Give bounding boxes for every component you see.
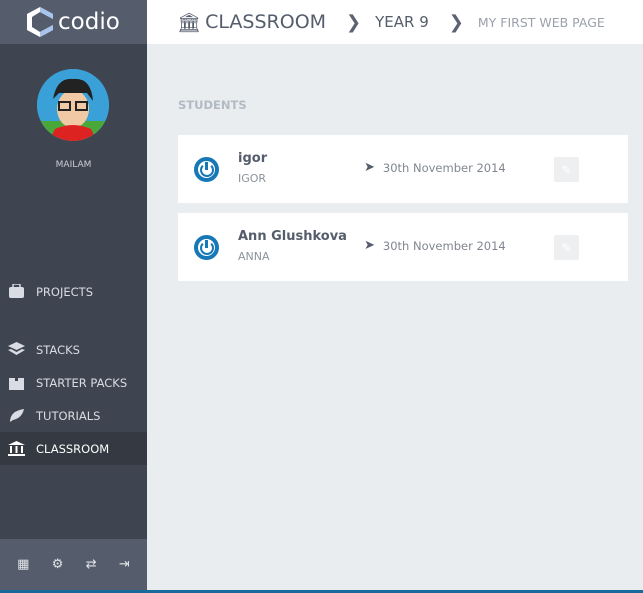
paper-plane-icon: ➤ [364, 160, 375, 175]
sidebar-item-stacks[interactable]: STACKS [0, 333, 147, 366]
sidebar-item-label: STACKS [36, 342, 80, 357]
power-icon [194, 235, 219, 260]
student-row: igor IGOR ➤ 30th November 2014 ✎ [178, 135, 628, 203]
student-date: ➤ 30th November 2014 [364, 238, 506, 253]
sidebar: codio MAILAM PROJECTS STACKS STARTER PAC… [0, 0, 147, 590]
gear-icon[interactable]: ⚙ [52, 557, 64, 572]
pencil-icon: ✎ [561, 240, 572, 255]
sidebar-footer: ▦ ⚙ ⇄ ⇥ [0, 539, 147, 590]
chevron-right-icon: ❯ [346, 11, 362, 33]
student-name: Ann Glushkova [238, 229, 347, 244]
student-login: IGOR [238, 172, 267, 185]
edit-button[interactable]: ✎ [554, 235, 579, 260]
paper-plane-icon: ➤ [364, 238, 375, 253]
briefcase-icon [9, 284, 24, 298]
pencil-icon: ✎ [561, 162, 572, 177]
sidebar-item-tutorials[interactable]: TUTORIALS [0, 399, 147, 432]
sidebar-item-label: STARTER PACKS [36, 375, 128, 390]
sidebar-item-starter-packs[interactable]: STARTER PACKS [0, 366, 147, 399]
student-name: igor [238, 151, 268, 166]
box-icon [9, 375, 24, 390]
power-icon [194, 157, 219, 182]
avatar[interactable] [37, 69, 109, 141]
breadcrumb-project: MY FIRST WEB PAGE [477, 14, 605, 30]
bank-icon [8, 441, 25, 456]
brand-name: codio [58, 9, 120, 35]
layers-icon [8, 342, 25, 355]
student-date: ➤ 30th November 2014 [364, 160, 506, 175]
codio-logo-icon [27, 7, 53, 37]
signpost-icon[interactable]: ⇄ [86, 557, 97, 572]
building-icon[interactable]: ▦ [17, 557, 29, 572]
student-row: Ann Glushkova ANNA ➤ 30th November 2014 ✎ [178, 213, 628, 281]
bank-icon: 🏛 [177, 11, 202, 34]
edit-button[interactable]: ✎ [554, 157, 579, 182]
logo[interactable]: codio [0, 0, 147, 44]
student-login: ANNA [238, 250, 270, 263]
sidebar-item-label: PROJECTS [36, 284, 93, 299]
sidebar-item-label: TUTORIALS [36, 408, 101, 423]
breadcrumb-year[interactable]: YEAR 9 [375, 13, 429, 31]
feather-icon [10, 409, 24, 422]
breadcrumb-classroom[interactable]: 🏛 CLASSROOM [177, 11, 326, 34]
sidebar-item-label: CLASSROOM [36, 441, 110, 456]
chevron-right-icon: ❯ [448, 11, 464, 33]
sidebar-item-projects[interactable]: PROJECTS [0, 275, 147, 308]
user-name: MAILAM [55, 160, 92, 170]
breadcrumb: 🏛 CLASSROOM ❯ YEAR 9 ❯ MY FIRST WEB PAGE [147, 0, 643, 44]
logout-icon[interactable]: ⇥ [119, 557, 130, 572]
section-title: STUDENTS [178, 98, 247, 112]
sidebar-item-classroom[interactable]: CLASSROOM [0, 432, 147, 465]
